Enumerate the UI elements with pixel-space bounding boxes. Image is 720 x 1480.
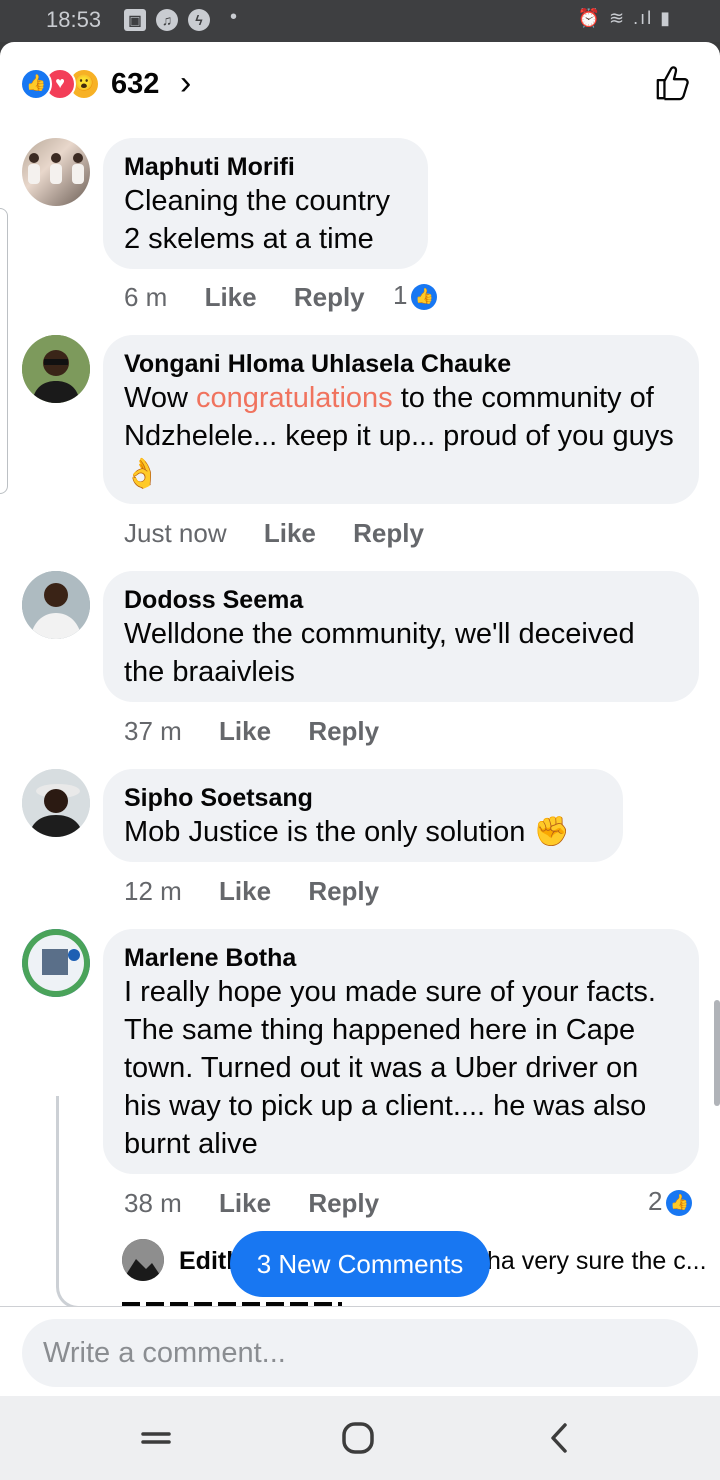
comment-reaction-count[interactable]: 1 👍 bbox=[393, 280, 438, 311]
comment-text: I really hope you made sure of your fact… bbox=[124, 976, 656, 1160]
status-bar: 18:53 ▣ ♫ ϟ • ⏰ ≋ .ıl ▮ bbox=[0, 0, 720, 42]
comment-text-line: Cleaning the country bbox=[124, 185, 390, 217]
highlighted-word[interactable]: congratulations bbox=[196, 382, 393, 414]
home-icon[interactable] bbox=[336, 1416, 380, 1460]
reply-snippet: ha very sure the c... bbox=[487, 1247, 707, 1275]
comment-author[interactable]: Sipho Soetsang bbox=[124, 783, 603, 813]
reply-button[interactable]: Reply bbox=[353, 518, 424, 548]
like-button[interactable]: Like bbox=[219, 876, 271, 906]
comment-input[interactable] bbox=[22, 1319, 698, 1387]
chevron-right-icon: › bbox=[180, 64, 192, 102]
comment-text: Welldone the community, we'll deceived t… bbox=[124, 618, 635, 688]
comment-text: Mob Justice is the only solution ✊ bbox=[124, 816, 570, 848]
comment-actions: 37 m Like Reply bbox=[124, 716, 409, 747]
avatar[interactable] bbox=[22, 571, 90, 639]
comment-time: 12 m bbox=[124, 876, 182, 906]
avatar[interactable] bbox=[122, 1239, 164, 1281]
comment-reaction-count[interactable]: 2 👍 bbox=[648, 1186, 693, 1217]
avatar[interactable] bbox=[22, 929, 90, 997]
more-notifications-icon: • bbox=[230, 6, 238, 28]
comment-actions: 6 m Like Reply bbox=[124, 282, 395, 313]
back-icon[interactable] bbox=[538, 1416, 582, 1460]
reply-button[interactable]: Reply bbox=[308, 1188, 379, 1218]
comment-composer bbox=[0, 1306, 720, 1396]
like-button[interactable]: Like bbox=[219, 1188, 271, 1218]
like-button[interactable]: Like bbox=[219, 716, 271, 746]
reply-button[interactable]: Reply bbox=[308, 876, 379, 906]
messenger-icon: ϟ bbox=[188, 9, 210, 31]
ok-hand-emoji: 👌 bbox=[124, 458, 161, 490]
reply-button[interactable]: Reply bbox=[308, 716, 379, 746]
comment-bubble[interactable]: Dodoss Seema Welldone the community, we'… bbox=[103, 571, 699, 702]
reply-button[interactable]: Reply bbox=[294, 282, 365, 312]
gallery-icon: ▣ bbox=[124, 9, 146, 31]
avatar[interactable] bbox=[22, 138, 90, 206]
comment-time: 38 m bbox=[124, 1188, 182, 1218]
like-button[interactable]: Like bbox=[205, 282, 257, 312]
comment-bubble[interactable]: Sipho Soetsang Mob Justice is the only s… bbox=[103, 769, 623, 862]
comment-author[interactable]: Maphuti Morifi bbox=[124, 152, 408, 182]
like-badge-icon: 👍 bbox=[411, 284, 438, 311]
music-icon: ♫ bbox=[156, 9, 178, 31]
clock: 18:53 bbox=[46, 7, 102, 32]
comment-text-line: 2 skelems at a time bbox=[124, 223, 374, 255]
comment-time: 37 m bbox=[124, 716, 182, 746]
comment-actions: Just now Like Reply bbox=[124, 518, 454, 549]
like-badge-icon: 👍 bbox=[666, 1190, 693, 1217]
comment-bubble[interactable]: Marlene Botha I really hope you made sur… bbox=[103, 929, 699, 1174]
comment-time: 6 m bbox=[124, 282, 168, 312]
comment-author[interactable]: Vongani Hloma Uhlasela Chauke bbox=[124, 349, 679, 379]
comment-text: Wow congratulations to the community of … bbox=[124, 382, 674, 490]
reply-author[interactable]: Editl bbox=[179, 1247, 233, 1276]
avatar[interactable] bbox=[22, 335, 90, 403]
comments-sheet: 👍 ♥ 😮 632 › Maphuti Morifi Cleaning the … bbox=[0, 42, 720, 1396]
like-post-icon[interactable] bbox=[654, 64, 692, 102]
new-comments-button[interactable]: 3 New Comments bbox=[230, 1231, 490, 1297]
reaction-count: 632 bbox=[111, 68, 160, 100]
comment-bubble[interactable]: Vongani Hloma Uhlasela Chauke Wow congra… bbox=[103, 335, 699, 504]
system-status-icons: ⏰ ≋ .ıl ▮ bbox=[577, 8, 672, 28]
comment-time: Just now bbox=[124, 518, 227, 548]
comment-author[interactable]: Marlene Botha bbox=[124, 943, 679, 973]
scroll-edge-indicator bbox=[0, 208, 8, 494]
system-navigation-bar bbox=[0, 1396, 720, 1480]
like-reaction-icon: 👍 bbox=[20, 68, 52, 100]
like-button[interactable]: Like bbox=[264, 518, 316, 548]
scrollbar[interactable] bbox=[714, 1000, 720, 1106]
reaction-count-value: 1 bbox=[393, 280, 408, 310]
reply-thread-line bbox=[56, 1096, 119, 1309]
comment-actions: 38 m Like Reply bbox=[124, 1188, 409, 1219]
comment-bubble[interactable]: Maphuti Morifi Cleaning the country 2 sk… bbox=[103, 138, 428, 269]
reaction-count-value: 2 bbox=[648, 1186, 663, 1216]
raised-fist-emoji: ✊ bbox=[533, 816, 570, 848]
avatar[interactable] bbox=[22, 769, 90, 837]
recent-apps-icon[interactable] bbox=[134, 1416, 178, 1460]
comment-author[interactable]: Dodoss Seema bbox=[124, 585, 679, 615]
comment-actions: 12 m Like Reply bbox=[124, 876, 409, 907]
